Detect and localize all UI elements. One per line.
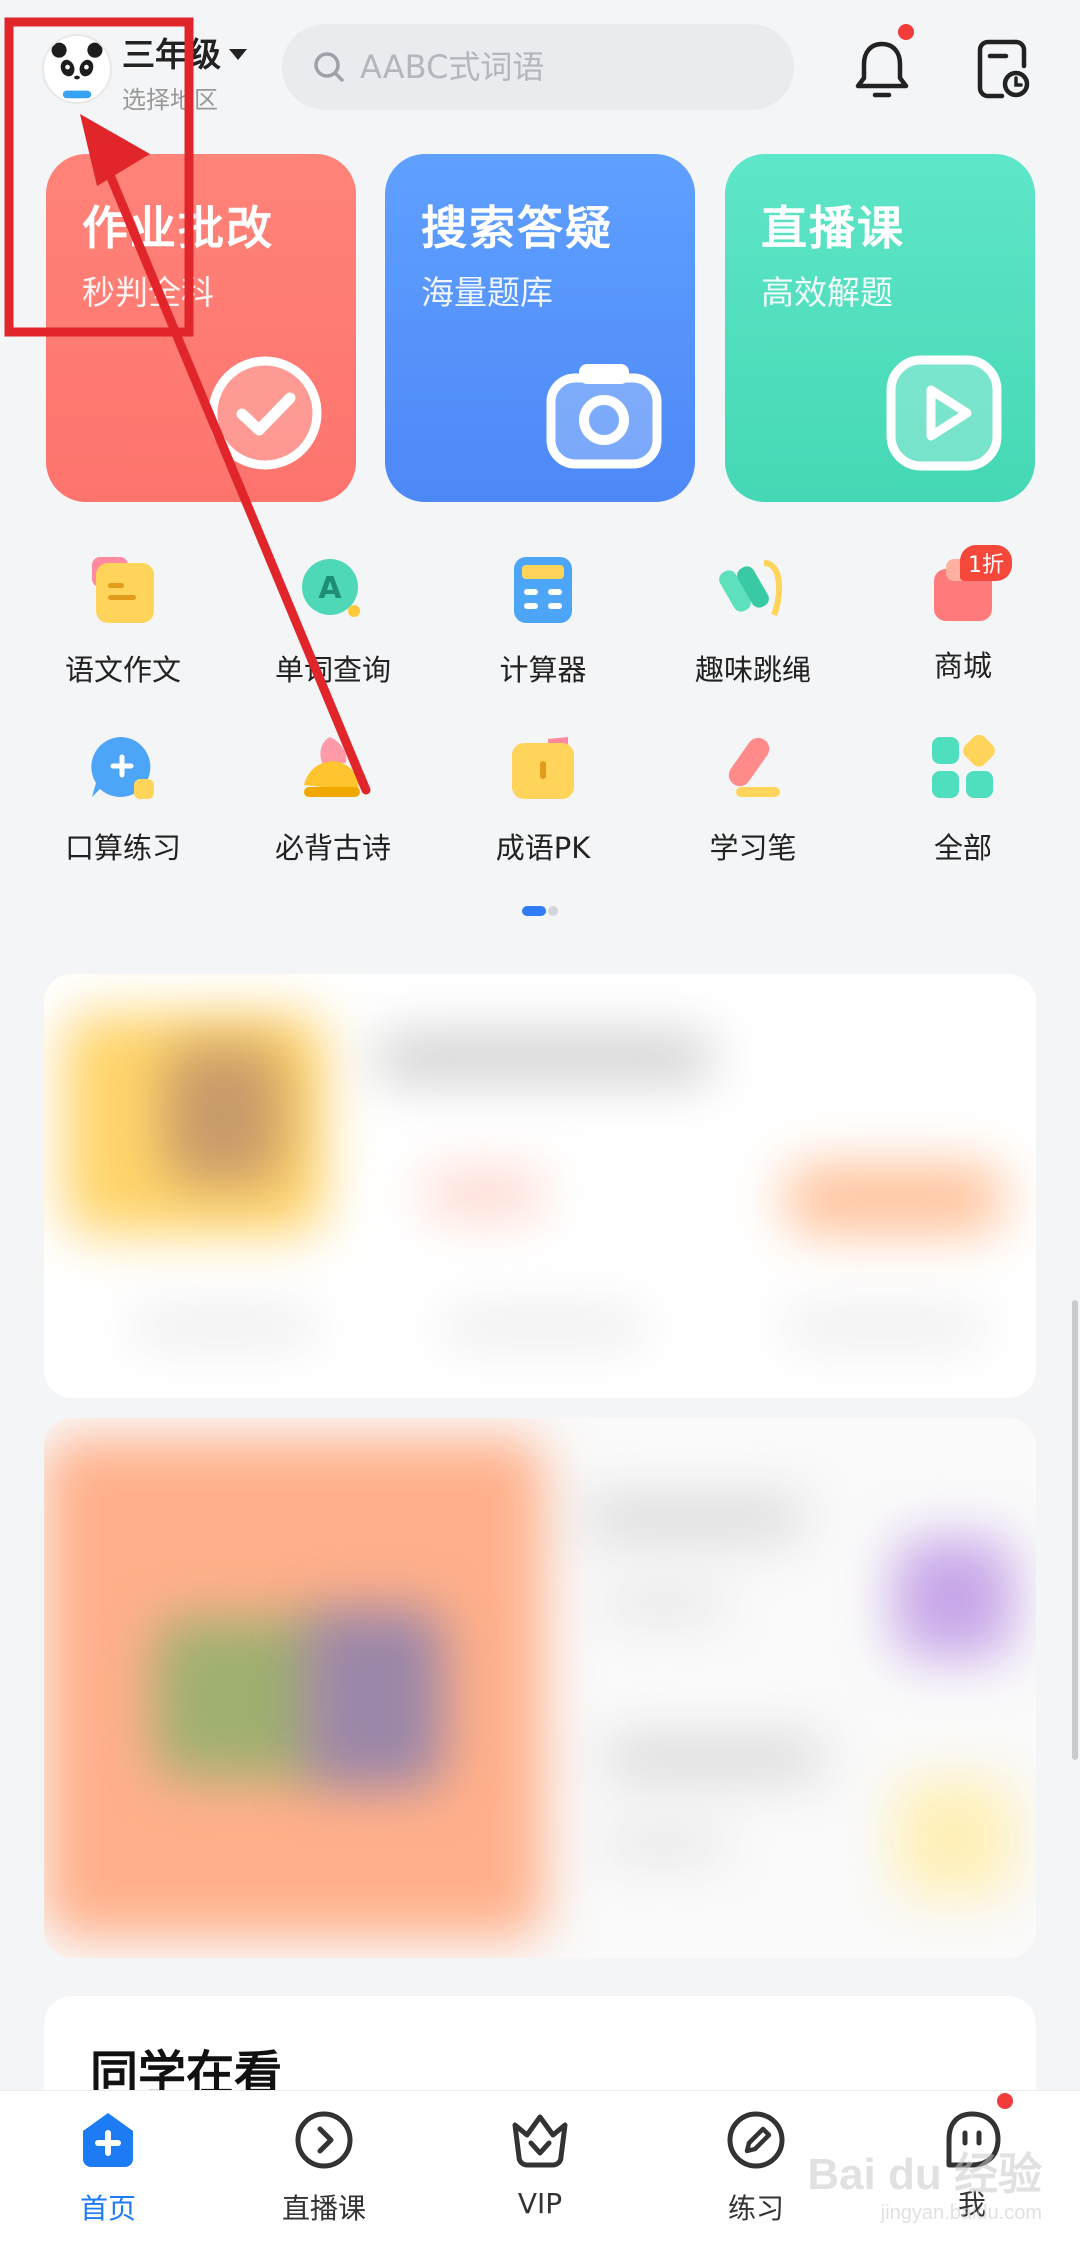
tool-label: 商城	[933, 649, 992, 683]
blurred-text	[444, 1314, 644, 1340]
home-plus-icon	[83, 2113, 133, 2167]
jump-rope-icon	[719, 560, 783, 617]
blurred-figure	[304, 1608, 444, 1788]
blurred-text	[784, 1314, 984, 1340]
blurred-title	[584, 1498, 804, 1538]
blurred-price	[424, 1174, 544, 1214]
search-bar[interactable]	[282, 24, 794, 110]
tool-calculator[interactable]: 计算器	[438, 555, 648, 689]
grid-icon	[932, 734, 995, 798]
watermark: Bai du 经验 jingyan.baidu.com	[807, 2138, 1042, 2225]
card-subtitle: 海量题库	[421, 273, 553, 312]
region-label[interactable]: 选择地区	[122, 80, 247, 115]
card-title: 搜索答疑	[421, 201, 613, 255]
search-answer-card[interactable]: 搜索答疑 海量题库	[385, 154, 695, 502]
tab-vip[interactable]: VIP	[432, 2109, 648, 2220]
caret-down-icon	[229, 48, 247, 60]
tool-word-lookup[interactable]: A 单词查询	[228, 555, 438, 689]
blurred-course-card[interactable]	[44, 1418, 1036, 1958]
blurred-text	[604, 1828, 724, 1858]
page-dot-active	[522, 906, 546, 916]
tool-shop[interactable]: 1折 商城	[858, 545, 1068, 685]
tool-all[interactable]: 全部	[858, 733, 1068, 867]
tool-mental-math[interactable]: 口算练习	[18, 733, 228, 867]
notification-dot	[997, 2093, 1013, 2109]
tab-label: VIP	[517, 2187, 563, 2220]
tool-label: 成语PK	[495, 831, 591, 865]
tab-label: 直播课	[281, 2192, 366, 2225]
blurred-button	[784, 1164, 1004, 1234]
card-subtitle: 高效解题	[761, 273, 893, 312]
tool-label: 必背古诗	[274, 831, 391, 865]
poem-hat-icon	[304, 737, 360, 797]
watermark-url: jingyan.baidu.com	[880, 2202, 1042, 2224]
play-circle-icon	[295, 2111, 353, 2169]
camera-icon	[546, 364, 662, 469]
blurred-figure	[164, 1044, 284, 1184]
top-bar: 三年级 选择地区	[0, 0, 1080, 140]
tool-jump-rope[interactable]: 趣味跳绳	[648, 555, 858, 689]
panda-icon	[51, 42, 103, 99]
tool-label: 语文作文	[64, 653, 181, 687]
tool-label: 口算练习	[64, 831, 181, 865]
blurred-avatar	[894, 1538, 1014, 1658]
card-subtitle: 秒判全科	[82, 273, 214, 312]
shop-icon-wrap: 1折	[928, 545, 1012, 625]
svg-text:A: A	[318, 571, 342, 606]
card-title: 直播课	[761, 201, 905, 255]
tab-label: 首页	[79, 2192, 136, 2225]
check-circle-icon	[208, 356, 322, 470]
tool-label: 单词查询	[274, 653, 391, 687]
watermark-brand: Bai du 经验	[807, 2150, 1042, 2199]
blurred-title	[374, 1034, 714, 1082]
note-icon	[92, 557, 154, 623]
vip-crown-icon	[512, 2114, 568, 2168]
grade-label: 三年级	[122, 35, 221, 74]
pen-icon	[728, 737, 780, 797]
blurred-text	[134, 1314, 314, 1340]
chat-plus-icon	[91, 736, 154, 799]
scrollbar[interactable]	[1072, 1300, 1078, 1760]
blurred-promo-card[interactable]	[44, 974, 1036, 1398]
pencil-circle-icon	[727, 2111, 785, 2169]
tool-idiom-pk[interactable]: 成语PK	[438, 733, 648, 867]
play-icon	[886, 355, 1002, 471]
blurred-avatar	[894, 1778, 1014, 1898]
search-input[interactable]	[360, 48, 780, 86]
card-title: 作业批改	[82, 201, 274, 255]
tool-label: 学习笔	[709, 831, 797, 865]
blurred-text	[604, 1588, 724, 1618]
word-search-icon: A	[302, 559, 360, 617]
bell-icon[interactable]	[852, 36, 912, 102]
avatar[interactable]	[42, 34, 112, 104]
live-class-card[interactable]: 直播课 高效解题	[725, 154, 1035, 502]
grade-label-row: 三年级	[122, 28, 247, 76]
tool-label: 全部	[933, 831, 992, 865]
discount-badge: 1折	[960, 545, 1012, 581]
calculator-icon	[514, 557, 572, 623]
search-icon	[314, 52, 344, 82]
tool-ancient-poems[interactable]: 必背古诗	[228, 733, 438, 867]
homework-check-card[interactable]: 作业批改 秒判全科	[46, 154, 356, 502]
tool-label: 计算器	[499, 653, 587, 687]
book-icon	[512, 737, 574, 799]
bottom-tab-bar: 首页 直播课 VIP 练习 我 Bai du 经验 jingyan.baidu.…	[0, 2090, 1080, 2245]
notification-dot	[898, 24, 914, 40]
tab-live-class[interactable]: 直播课	[216, 2109, 432, 2227]
history-icon[interactable]	[976, 38, 1030, 100]
tool-label: 趣味跳绳	[694, 653, 811, 687]
tab-home[interactable]: 首页	[0, 2109, 216, 2227]
tool-chinese-essay[interactable]: 语文作文	[18, 555, 228, 689]
page-indicator	[522, 906, 558, 916]
page-dot	[548, 906, 558, 916]
grade-selector[interactable]: 三年级 选择地区	[122, 28, 247, 115]
blurred-title	[604, 1738, 824, 1778]
tool-study-pen[interactable]: 学习笔	[648, 733, 858, 867]
